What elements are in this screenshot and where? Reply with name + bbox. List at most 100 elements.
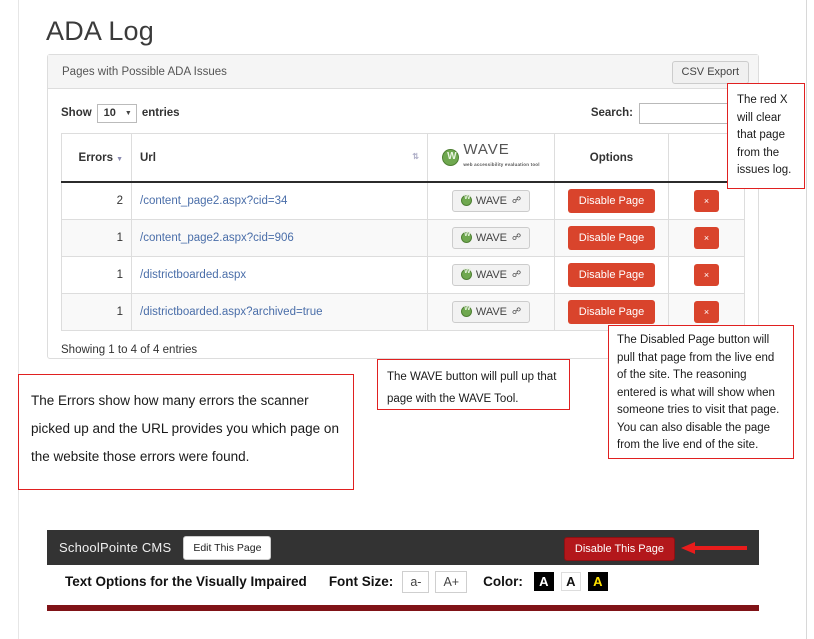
- url-link[interactable]: /districtboarded.aspx?archived=true: [140, 306, 323, 318]
- cell-wave: WAVE ☍: [428, 293, 555, 330]
- column-header-url-label: Url: [140, 152, 156, 164]
- cell-errors: 1: [62, 219, 132, 256]
- page-length-select[interactable]: 10 ▼: [97, 104, 137, 123]
- wave-icon: [461, 306, 472, 317]
- cell-wave: WAVE ☍: [428, 219, 555, 256]
- disable-page-button[interactable]: Disable Page: [568, 300, 655, 324]
- cell-wave: WAVE ☍: [428, 256, 555, 293]
- color-label: Color:: [483, 574, 523, 589]
- disable-page-button[interactable]: Disable Page: [568, 263, 655, 287]
- table-body: 2 /content_page2.aspx?cid=34 WAVE ☍: [62, 182, 745, 330]
- disable-page-button[interactable]: Disable Page: [568, 189, 655, 213]
- column-header-options-label: Options: [590, 152, 633, 164]
- font-decrease-button[interactable]: a-: [402, 571, 429, 593]
- chevron-down-icon: ▼: [125, 110, 132, 117]
- external-link-icon: ☍: [512, 195, 521, 206]
- accessibility-options-bar: Text Options for the Visually Impaired F…: [47, 565, 759, 598]
- show-entries-control: Show 10 ▼ entries: [61, 104, 180, 123]
- edit-this-page-button[interactable]: Edit This Page: [183, 536, 271, 560]
- disable-page-button[interactable]: Disable Page: [568, 226, 655, 250]
- wave-icon: [461, 195, 472, 206]
- cell-url: /districtboarded.aspx: [132, 256, 428, 293]
- search-control: Search:: [591, 103, 745, 124]
- cell-options: Disable Page: [555, 219, 669, 256]
- wave-icon: [461, 232, 472, 243]
- cell-remove: ×: [669, 256, 745, 293]
- column-header-errors-label: Errors: [79, 152, 114, 164]
- column-header-options: Options: [555, 134, 669, 183]
- cell-errors: 2: [62, 182, 132, 219]
- clear-entry-button[interactable]: ×: [694, 190, 719, 212]
- clear-entry-button[interactable]: ×: [694, 227, 719, 249]
- clear-entry-button[interactable]: ×: [694, 264, 719, 286]
- table-controls: Show 10 ▼ entries Search:: [61, 99, 745, 127]
- url-link[interactable]: /content_page2.aspx?cid=906: [140, 232, 294, 244]
- wave-button[interactable]: WAVE ☍: [452, 227, 530, 249]
- cell-url: /districtboarded.aspx?archived=true: [132, 293, 428, 330]
- cell-errors: 1: [62, 293, 132, 330]
- callout-red-x: The red X will clear that page from the …: [727, 83, 805, 189]
- cell-options: Disable Page: [555, 182, 669, 219]
- table-header-row: Errors▼ Url ⇅ W WA: [62, 134, 745, 183]
- wave-wordmark: WAVE: [463, 141, 510, 158]
- url-link[interactable]: /districtboarded.aspx: [140, 269, 246, 281]
- entries-label: entries: [142, 107, 180, 119]
- column-header-url[interactable]: Url ⇅: [132, 134, 428, 183]
- ada-log-panel: Pages with Possible ADA Issues CSV Expor…: [47, 54, 759, 359]
- external-link-icon: ☍: [512, 306, 521, 317]
- page-frame-right-edge: [806, 0, 807, 639]
- annotation-arrow-left-icon: [681, 542, 747, 554]
- cell-url: /content_page2.aspx?cid=906: [132, 219, 428, 256]
- font-increase-button[interactable]: A+: [435, 571, 467, 593]
- color-swatch-black[interactable]: A: [534, 572, 554, 591]
- wave-button-label: WAVE: [476, 195, 507, 207]
- accessibility-title: Text Options for the Visually Impaired: [65, 574, 307, 589]
- column-header-wave: W WAVE web accessibility evaluation tool: [428, 134, 555, 183]
- wave-button[interactable]: WAVE ☍: [452, 190, 530, 212]
- cell-wave: WAVE ☍: [428, 182, 555, 219]
- screenshot-root: ADA Log Pages with Possible ADA Issues C…: [0, 0, 814, 639]
- callout-wave: The WAVE button will pull up that page w…: [377, 359, 570, 410]
- cell-options: Disable Page: [555, 256, 669, 293]
- page-frame-left-edge: [18, 0, 19, 639]
- panel-header: Pages with Possible ADA Issues CSV Expor…: [48, 55, 758, 89]
- show-label: Show: [61, 107, 92, 119]
- url-link[interactable]: /content_page2.aspx?cid=34: [140, 195, 287, 207]
- color-swatch-group: A A A: [534, 572, 608, 591]
- ada-issues-table: Errors▼ Url ⇅ W WA: [61, 133, 745, 331]
- disable-this-page-button[interactable]: Disable This Page: [564, 537, 675, 561]
- panel-header-title: Pages with Possible ADA Issues: [62, 66, 227, 78]
- table-head: Errors▼ Url ⇅ W WA: [62, 134, 745, 183]
- font-size-label: Font Size:: [329, 574, 394, 589]
- arrow-shaft: [695, 546, 747, 550]
- color-swatch-white[interactable]: A: [561, 572, 581, 591]
- wave-button-label: WAVE: [476, 232, 507, 244]
- table-row: 1 /content_page2.aspx?cid=906 WAVE ☍: [62, 219, 745, 256]
- color-swatch-yellow[interactable]: A: [588, 572, 608, 591]
- wave-tagline: web accessibility evaluation tool: [463, 162, 539, 167]
- sort-both-icon: ⇅: [412, 152, 419, 161]
- arrow-head: [681, 542, 695, 554]
- callout-disable-page: The Disabled Page button will pull that …: [608, 325, 794, 459]
- cell-errors: 1: [62, 256, 132, 293]
- cms-brand-label: SchoolPointe CMS: [59, 540, 171, 555]
- wave-button-label: WAVE: [476, 269, 507, 281]
- sort-desc-icon: ▼: [116, 156, 123, 163]
- table-row: 2 /content_page2.aspx?cid=34 WAVE ☍: [62, 182, 745, 219]
- page-length-value: 10: [104, 107, 116, 119]
- table-row: 1 /districtboarded.aspx WAVE ☍: [62, 256, 745, 293]
- bottom-divider-rule: [47, 605, 759, 611]
- cms-admin-bar: SchoolPointe CMS Edit This Page Disable …: [47, 530, 759, 565]
- search-label: Search:: [591, 107, 633, 119]
- cell-url: /content_page2.aspx?cid=34: [132, 182, 428, 219]
- column-header-errors[interactable]: Errors▼: [62, 134, 132, 183]
- csv-export-button[interactable]: CSV Export: [672, 61, 749, 84]
- external-link-icon: ☍: [512, 232, 521, 243]
- wave-icon: [461, 269, 472, 280]
- cell-remove: ×: [669, 219, 745, 256]
- wave-button[interactable]: WAVE ☍: [452, 301, 530, 323]
- clear-entry-button[interactable]: ×: [694, 301, 719, 323]
- wave-logo-icon: W: [442, 149, 459, 166]
- wave-button[interactable]: WAVE ☍: [452, 264, 530, 286]
- external-link-icon: ☍: [512, 269, 521, 280]
